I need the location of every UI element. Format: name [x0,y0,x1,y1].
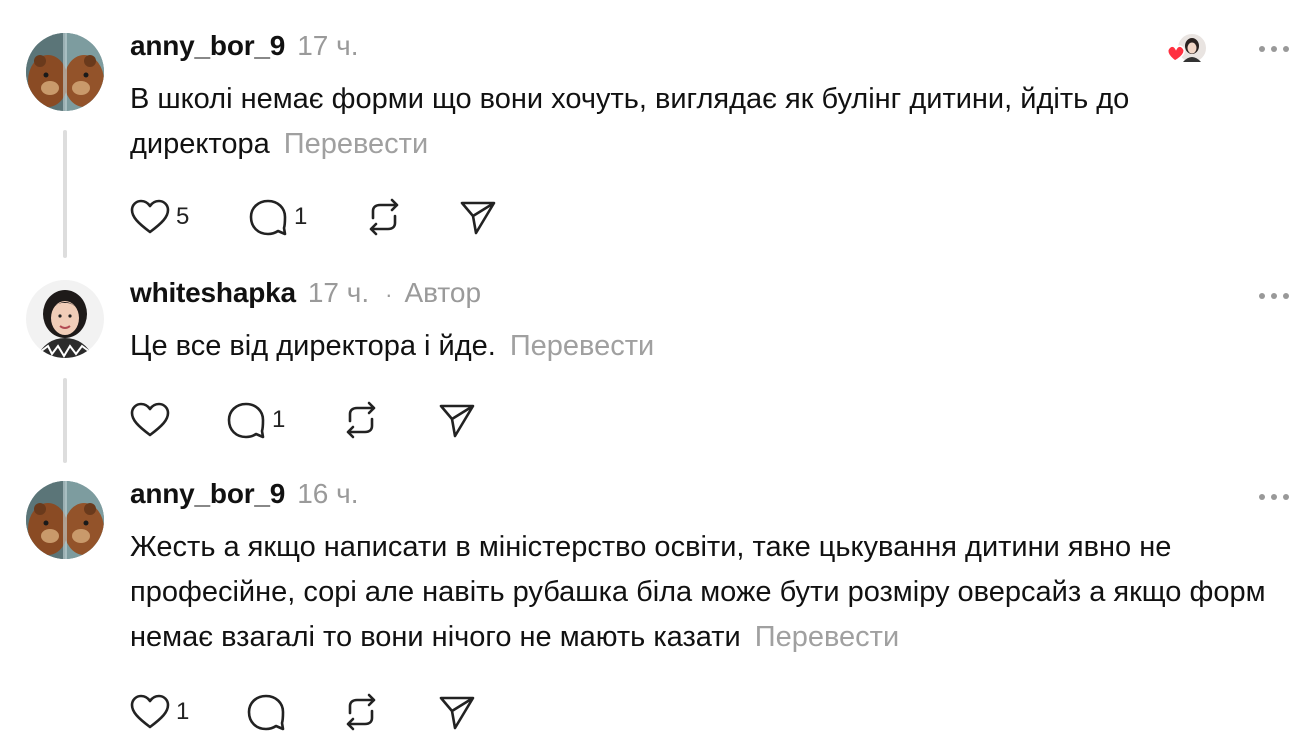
repost-button[interactable] [341,401,437,439]
separator-dot: · [385,282,393,307]
author-badge: Автор [404,277,482,308]
like-button[interactable]: 5 [130,199,248,235]
comment-1: anny_bor_9 17 ч. В школі немає форми що … [0,0,1313,265]
share-button[interactable] [437,401,477,439]
username[interactable]: anny_bor_9 [130,30,285,62]
thread-line [63,130,67,258]
username[interactable]: anny_bor_9 [130,478,285,510]
woman-avatar-icon [26,280,104,358]
send-icon [458,198,498,236]
share-button[interactable] [437,693,477,731]
comment-header: anny_bor_9 16 ч. [130,478,358,512]
action-bar: 1 [130,692,477,732]
reply-button[interactable]: 1 [226,401,341,439]
more-dot [1259,293,1265,299]
avatar-whiteshapka[interactable] [26,280,104,358]
reply-count: 1 [294,203,308,230]
timestamp[interactable]: 16 ч. [297,478,358,510]
comment-icon [248,198,288,236]
repost-icon [341,401,381,439]
comment-text: Жесть а якщо написати в міністерство осв… [130,525,1280,660]
comment-text: Це все від директора і йде. Перевести [130,324,1270,369]
more-dot [1283,494,1289,500]
reply-button[interactable] [246,693,341,731]
comment-body: В школі немає форми що вони хочуть, вигл… [130,83,1130,160]
thread-line [63,378,67,463]
avatar-anny-bor-9[interactable] [26,33,104,111]
like-count: 1 [176,698,190,725]
liked-by-author-badge [1165,32,1208,68]
action-bar: 1 [130,400,477,440]
repost-button[interactable] [341,693,437,731]
repost-icon [341,693,381,731]
bear-avatar-icon [26,481,104,559]
comment-body: Це все від директора і йде. [130,330,496,362]
liked-by-author-icon [1166,32,1208,64]
translate-link[interactable]: Перевести [755,621,899,653]
heart-icon [130,199,170,235]
share-button[interactable] [458,198,498,236]
comment-icon [246,693,286,731]
translate-link[interactable]: Перевести [510,330,654,362]
bear-avatar-icon [26,33,104,111]
comment-body: Жесть а якщо написати в міністерство осв… [130,531,1266,653]
translate-link[interactable]: Перевести [284,128,428,160]
comment-header: anny_bor_9 17 ч. [130,30,358,64]
comment-3: anny_bor_9 16 ч. Жесть а якщо написати в… [0,465,1313,735]
more-dot [1271,494,1277,500]
action-bar: 5 1 [130,197,498,237]
comment-header: whiteshapka 17 ч. · Автор [130,277,481,311]
more-options-button[interactable] [1259,44,1289,54]
more-dot [1283,293,1289,299]
like-count: 5 [176,203,190,230]
send-icon [437,401,477,439]
more-dot [1259,46,1265,52]
reply-button[interactable]: 1 [248,198,364,236]
more-dot [1283,46,1289,52]
more-dot [1259,494,1265,500]
more-options-button[interactable] [1259,492,1289,502]
more-dot [1271,46,1277,52]
more-options-button[interactable] [1259,291,1289,301]
avatar-anny-bor-9[interactable] [26,481,104,559]
comment-2: whiteshapka 17 ч. · Автор Це все від дир… [0,265,1313,465]
like-button[interactable] [130,402,226,438]
more-dot [1271,293,1277,299]
username[interactable]: whiteshapka [130,277,296,309]
comment-icon [226,401,266,439]
timestamp[interactable]: 17 ч. [308,277,369,309]
reply-count: 1 [272,406,286,433]
comment-text: В школі немає форми що вони хочуть, вигл… [130,77,1270,167]
timestamp[interactable]: 17 ч. [297,30,358,62]
repost-icon [364,198,404,236]
send-icon [437,693,477,731]
heart-icon [130,694,170,730]
heart-icon [130,402,170,438]
repost-button[interactable] [364,198,458,236]
like-button[interactable]: 1 [130,694,246,730]
